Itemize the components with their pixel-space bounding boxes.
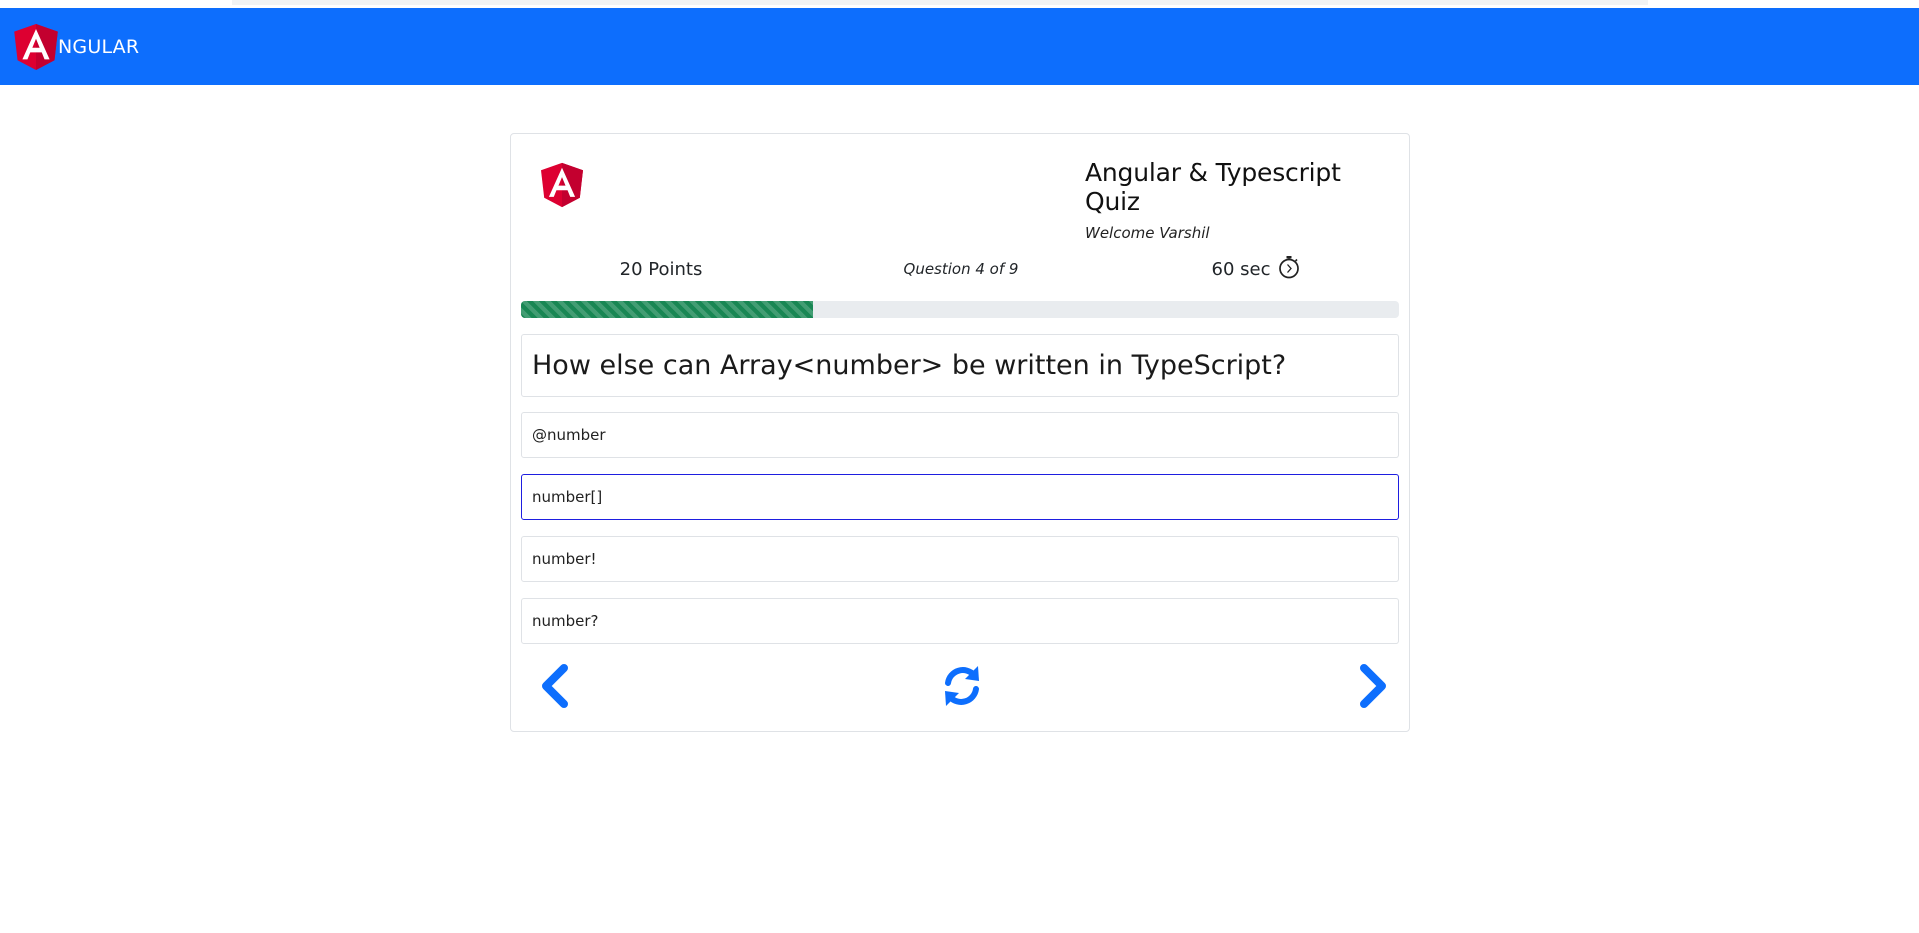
navbar: NGULAR <box>0 8 1919 85</box>
chevron-right-icon <box>1357 663 1389 713</box>
browser-top-strip-inner <box>232 0 1648 5</box>
stopwatch-icon <box>1270 255 1300 284</box>
answer-option[interactable]: @number <box>521 412 1399 458</box>
angular-logo-icon <box>541 162 583 212</box>
browser-top-strip <box>0 0 1919 8</box>
question-counter: Question 4 of 9 <box>903 260 1019 278</box>
next-button[interactable] <box>1351 662 1395 714</box>
question-text: How else can Array<number> be written in… <box>521 334 1399 397</box>
progress-track <box>521 301 1399 318</box>
progress-bar <box>521 301 814 318</box>
answer-option[interactable]: number! <box>521 536 1399 582</box>
welcome-text: Welcome Varshil <box>1085 224 1210 242</box>
navbar-brand[interactable]: NGULAR <box>14 24 140 70</box>
quiz-title: Angular & Typescript Quiz <box>1085 158 1341 216</box>
quiz-stats: 20 Points Question 4 of 9 60 sec <box>511 254 1409 284</box>
reset-button[interactable] <box>937 662 987 714</box>
answer-option-selected[interactable]: number[] <box>521 474 1399 520</box>
refresh-icon <box>940 663 984 713</box>
brand-text: NGULAR <box>58 36 140 58</box>
timer-display: 60 sec <box>1111 254 1401 284</box>
quiz-controls <box>511 662 1409 714</box>
points-display: 20 Points <box>619 258 703 280</box>
previous-button[interactable] <box>533 662 577 714</box>
answer-options: @number number[] number! number? <box>521 412 1399 660</box>
timer-text: 60 sec <box>1211 258 1271 280</box>
quiz-card: Angular & Typescript Quiz Welcome Varshi… <box>510 133 1410 732</box>
answer-option[interactable]: number? <box>521 598 1399 644</box>
quiz-header: Angular & Typescript Quiz Welcome Varshi… <box>1063 158 1383 242</box>
angular-logo-icon <box>14 24 58 70</box>
chevron-left-icon <box>539 663 571 713</box>
